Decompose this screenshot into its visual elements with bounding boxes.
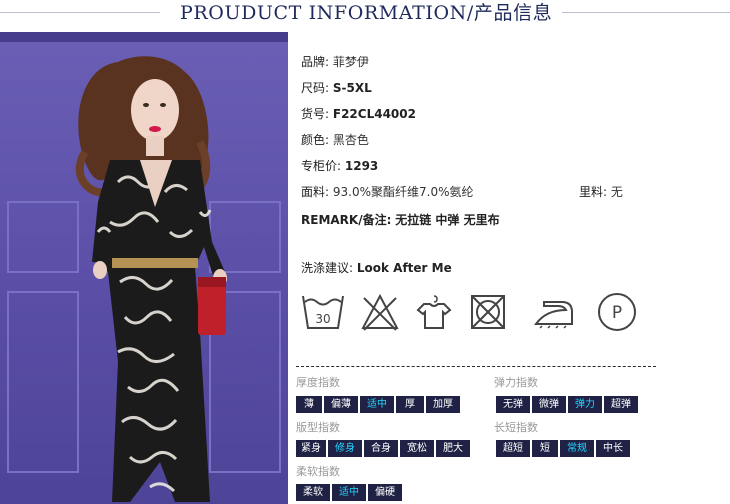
sku-row: 货号: F22CL44002 xyxy=(301,106,416,122)
fit-option: 修身 xyxy=(328,440,362,457)
elasticity-option: 微弹 xyxy=(532,396,566,413)
thickness-index-title: 厚度指数 xyxy=(296,376,340,389)
softness-index-title: 柔软指数 xyxy=(296,465,340,478)
care-icons: 30 P xyxy=(298,290,648,340)
thickness-option: 偏薄 xyxy=(324,396,358,413)
fit-option: 宽松 xyxy=(400,440,434,457)
header-rule-right xyxy=(562,12,730,13)
length-index-chips: 超短短常规 中长 xyxy=(496,440,632,457)
price-value: 1293 xyxy=(344,159,379,173)
elasticity-index-chips: 无弹 微弹 弹力 超弹 xyxy=(496,396,640,413)
sku-value: F22CL44002 xyxy=(332,107,416,121)
length-option: 短 xyxy=(532,440,558,457)
header-rule-left xyxy=(0,12,160,13)
remark-label: REMARK/备注: xyxy=(301,213,392,227)
color-row: 颜色: 黑杏色 xyxy=(301,132,369,148)
fit-option: 紧身 xyxy=(296,440,326,457)
length-index-title: 长短指数 xyxy=(494,421,538,434)
lining-row: 里料: 无 xyxy=(579,184,623,200)
length-option: 常规 xyxy=(560,440,594,457)
softness-index-chips: 柔软 适中 偏硬 xyxy=(296,484,404,501)
size-row: 尺码: S-5XL xyxy=(301,80,372,96)
lining-label: 里料: xyxy=(579,185,608,199)
color-value: 黑杏色 xyxy=(332,133,369,147)
wash-temp-label: 30 xyxy=(315,312,330,326)
wash-row: 洗涤建议: Look After Me xyxy=(301,260,452,276)
fit-option: 肥大 xyxy=(436,440,470,457)
price-row: 专柜价: 1293 xyxy=(301,158,378,174)
softness-option: 偏硬 xyxy=(368,484,402,501)
elasticity-option: 超弹 xyxy=(604,396,638,413)
product-photo xyxy=(0,32,288,504)
softness-option: 适中 xyxy=(332,484,366,501)
elasticity-option: 无弹 xyxy=(496,396,530,413)
hang-dry-icon xyxy=(416,295,452,329)
thickness-index-chips: 薄偏薄 适中厚加厚 xyxy=(296,396,462,413)
no-bleach-icon xyxy=(361,293,399,331)
remark-value: 无拉链 中弹 无里布 xyxy=(395,213,500,227)
brand-row: 品牌: 菲梦伊 xyxy=(301,54,369,70)
softness-option: 柔软 xyxy=(296,484,330,501)
wash-label: 洗涤建议: xyxy=(301,261,354,275)
fit-index-chips: 紧身 修身 合身 宽松 肥大 xyxy=(296,440,472,457)
fit-index-title: 版型指数 xyxy=(296,421,340,434)
thickness-option: 薄 xyxy=(296,396,322,413)
fabric-value: 93.0%聚酯纤维7.0%氨纶 xyxy=(332,185,474,199)
size-label: 尺码: xyxy=(301,81,330,95)
section-divider xyxy=(296,366,656,367)
fit-option: 合身 xyxy=(364,440,398,457)
brand-value: 菲梦伊 xyxy=(332,55,369,69)
thickness-option: 加厚 xyxy=(426,396,460,413)
size-value: S-5XL xyxy=(332,81,372,95)
elasticity-index-title: 弹力指数 xyxy=(494,376,538,389)
iron-icon xyxy=(534,301,573,329)
thickness-option: 厚 xyxy=(396,396,424,413)
brand-label: 品牌: xyxy=(301,55,330,69)
section-title: PROUDUCT INFORMATION/产品信息 xyxy=(180,2,553,24)
fabric-label: 面料: xyxy=(301,185,330,199)
color-label: 颜色: xyxy=(301,133,330,147)
lining-value: 无 xyxy=(610,185,623,199)
sku-label: 货号: xyxy=(301,107,330,121)
elasticity-option: 弹力 xyxy=(568,396,602,413)
wash-value: Look After Me xyxy=(356,261,452,275)
thickness-option: 适中 xyxy=(360,396,394,413)
remark-row: REMARK/备注: 无拉链 中弹 无里布 xyxy=(301,212,500,228)
dry-clean-letter: P xyxy=(612,303,622,323)
fabric-row: 面料: 93.0%聚酯纤维7.0%氨纶 xyxy=(301,184,473,200)
length-option: 超短 xyxy=(496,440,530,457)
dry-clean-p-icon: P xyxy=(598,293,636,331)
no-tumble-dry-icon xyxy=(471,295,505,329)
length-option: 中长 xyxy=(596,440,630,457)
price-label: 专柜价: xyxy=(301,159,342,173)
wash-30-icon: 30 xyxy=(302,295,344,329)
